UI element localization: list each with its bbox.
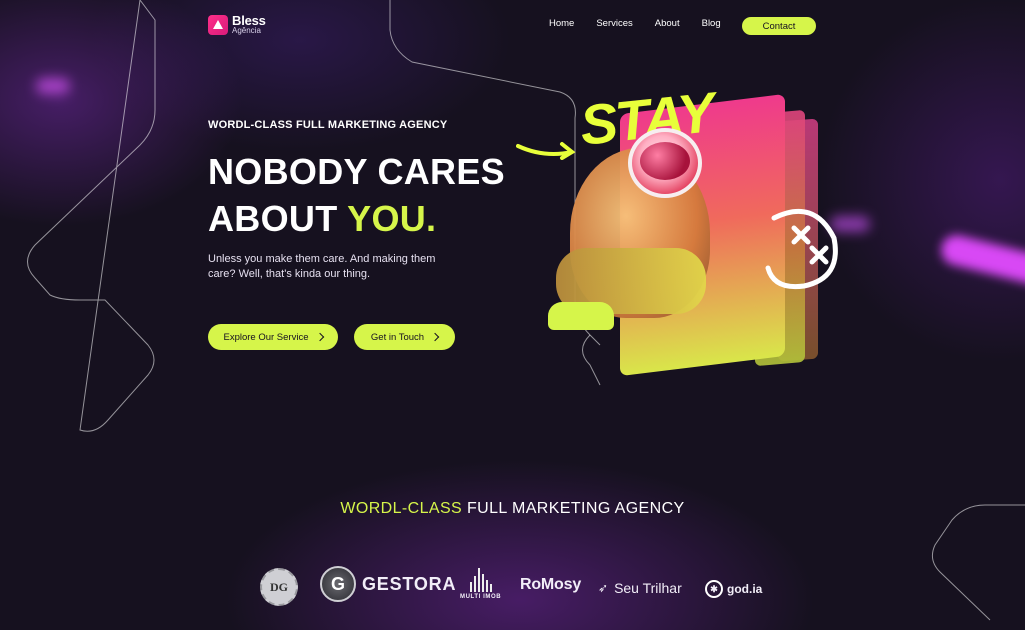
nav-home[interactable]: Home [549,18,574,29]
hero-title-highlight: YOU. [347,198,437,239]
gestora-name: GESTORA [362,573,457,594]
seu-trilhar-leaf-icon: ➶ [598,581,609,595]
chevron-right-icon [315,332,324,342]
partner-logo-seu-trilhar: ➶ Seu Trilhar [598,580,682,596]
multi-imob-bars-icon [469,568,492,592]
brand-mark-icon [208,14,228,35]
seu-trilhar-name: Seu Trilhar [614,580,682,596]
brand-sub: Agência [232,26,261,35]
partner-logo-romosy: RoMosy [520,576,582,593]
brand-text: Bless Agência [232,14,266,35]
partners-title: WORDL-CLASS FULL MARKETING AGENCY [0,500,1025,518]
partner-logo-multi-imob: MULTI IMOB [460,568,501,600]
astronaut-visor [640,142,690,180]
graffiti-arrow-icon [516,142,576,160]
contact-button[interactable]: Contact [742,17,816,35]
explore-service-label: Explore Our Service [223,331,309,343]
partner-logo-dg: DG [260,568,298,606]
hero-astronaut-artwork: STAY [510,80,850,378]
partners-title-rest: FULL MARKETING AGENCY [462,500,685,517]
gestora-mark-icon: G [320,566,356,602]
main-nav: Home Services About Blog [549,18,743,29]
hero-title-line1: NOBODY CARES [208,151,505,192]
partner-logos: DG G GESTORA MULTI IMOB RoMosy ➶ Seu Tri… [0,566,1025,606]
chevron-right-icon [430,332,440,342]
god-ia-mark-icon: ✱ [705,580,723,598]
explore-service-button[interactable]: Explore Our Service [208,324,338,350]
partner-logo-god-ia: ✱ god.ia [705,580,762,598]
partners-title-highlight: WORDL-CLASS [340,500,463,517]
nav-services[interactable]: Services [596,18,632,29]
get-in-touch-label: Get in Touch [370,331,425,343]
multi-imob-name: MULTI IMOB [460,594,502,600]
astronaut-boot [548,302,614,330]
hero-description: Unless you make them care. And making th… [208,253,436,280]
god-ia-name: god.ia [727,582,763,596]
graffiti-face-icon [765,208,838,290]
hero-eyebrow: WORDL-CLASS FULL MARKETING AGENCY [208,119,448,131]
nav-blog[interactable]: Blog [702,18,721,29]
nav-about[interactable]: About [655,18,680,29]
brand-logo[interactable]: Bless Agência [208,14,266,35]
hero-title: NOBODY CARES ABOUT YOU. [208,148,505,242]
partner-logo-gestora: G GESTORA [320,566,456,602]
hero-title-line2a: ABOUT [208,198,348,239]
get-in-touch-button[interactable]: Get in Touch [354,324,455,350]
